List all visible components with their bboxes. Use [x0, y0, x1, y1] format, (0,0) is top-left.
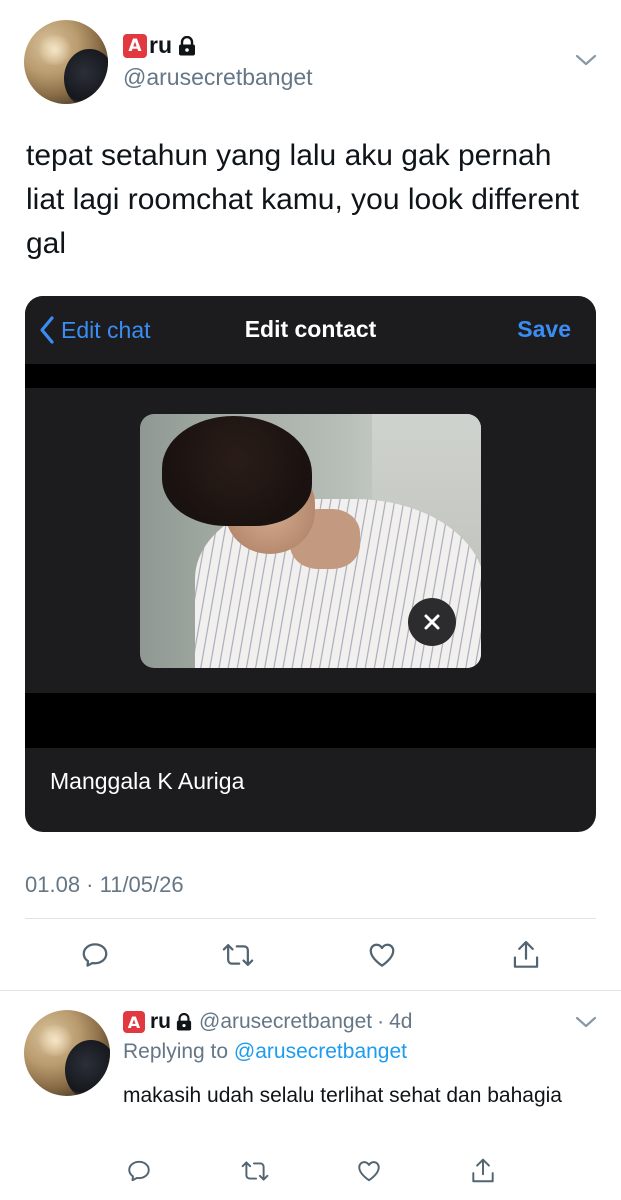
lock-icon: [176, 1013, 192, 1031]
author-name-row[interactable]: A ru: [123, 32, 196, 59]
separator-band: [25, 693, 596, 748]
contact-name-row: Manggala K Auriga: [25, 748, 596, 814]
attached-image[interactable]: Edit chat Edit contact Save Manggala K A…: [25, 296, 596, 832]
chevron-down-icon[interactable]: [574, 52, 598, 68]
share-icon: [472, 1158, 494, 1183]
author-avatar[interactable]: [24, 20, 108, 104]
reply-age: 4d: [389, 1010, 413, 1033]
replying-prefix: Replying to: [123, 1040, 229, 1063]
reply-text: makasih udah selalu terlihat sehat dan b…: [123, 1084, 562, 1107]
divider: [0, 990, 621, 991]
reply-icon: [128, 1160, 150, 1182]
share-icon: [513, 940, 539, 968]
share-button[interactable]: [506, 935, 546, 975]
ios-nav-bar: Edit chat Edit contact Save: [25, 296, 596, 364]
reply-author-handle: @arusecretbanget: [199, 1010, 373, 1033]
nav-title: Edit contact: [244, 316, 377, 342]
reply-retweet-button[interactable]: [238, 1154, 272, 1188]
retweet-icon: [222, 944, 254, 966]
retweet-button[interactable]: [218, 935, 258, 975]
tweet-timestamp[interactable]: 01.08 · 11/05/26: [25, 872, 184, 898]
contact-name: Manggala K Auriga: [50, 768, 245, 794]
like-button[interactable]: [362, 935, 402, 975]
like-icon: [358, 1161, 380, 1182]
reply-button[interactable]: [75, 935, 115, 975]
lock-icon: [179, 35, 195, 55]
reply-share-button[interactable]: [466, 1154, 500, 1188]
tweet-text: tepat setahun yang lalu aku gak pernah l…: [26, 139, 580, 260]
author-name: ru: [149, 32, 172, 58]
reply-author-name: ru: [150, 1010, 171, 1033]
replying-to-link[interactable]: @arusecretbanget: [234, 1040, 407, 1063]
replying-to: Replying to @arusecretbanget: [123, 1040, 407, 1064]
reply-icon: [82, 943, 108, 967]
retweet-icon: [241, 1161, 269, 1181]
author-handle[interactable]: @arusecretbanget: [123, 64, 313, 91]
divider: [25, 918, 596, 919]
separator-band: [25, 364, 596, 388]
reply-dot: ·: [377, 1010, 385, 1033]
reply-avatar[interactable]: [24, 1010, 110, 1096]
like-icon: [369, 943, 395, 967]
reply-author-badge: A: [123, 1011, 145, 1033]
reply-header[interactable]: A ru @arusecretbanget · 4d: [123, 1010, 412, 1034]
author-badge: A: [123, 33, 147, 58]
close-icon: [424, 614, 440, 630]
reply-reply-button[interactable]: [122, 1154, 156, 1188]
chevron-down-icon[interactable]: [574, 1014, 598, 1030]
reply-like-button[interactable]: [352, 1154, 386, 1188]
save-button: Save: [517, 316, 571, 342]
remove-photo-button: [408, 598, 456, 646]
